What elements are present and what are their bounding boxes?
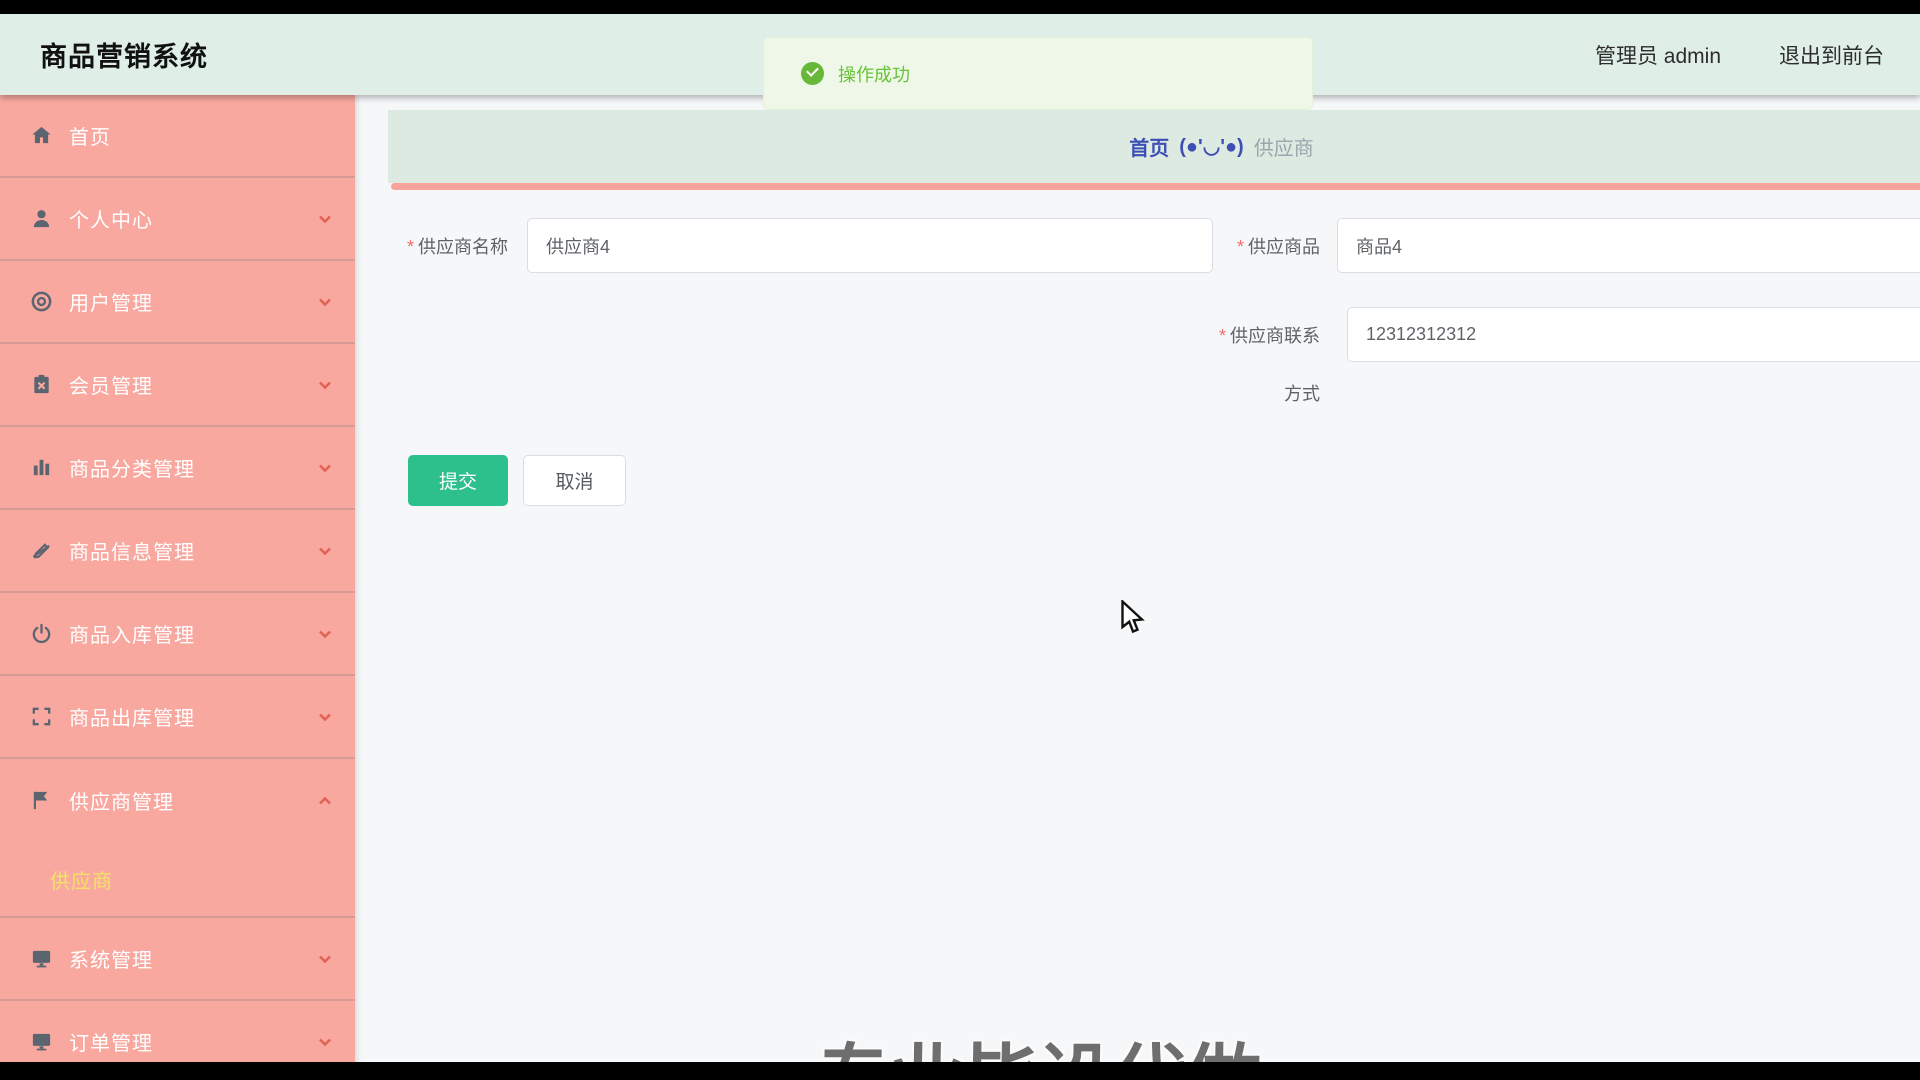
- chevron-up-icon: [317, 793, 333, 809]
- sidebar-item-category-management[interactable]: 商品分类管理: [0, 427, 355, 510]
- letterbox-top: [0, 0, 1920, 14]
- supplier-name-input[interactable]: [527, 218, 1213, 273]
- success-toast: 操作成功: [763, 37, 1313, 110]
- breadcrumb-current-page: 供应商: [1254, 132, 1314, 161]
- sidebar-item-label: 商品入库管理: [69, 619, 195, 648]
- mouse-cursor: [1118, 600, 1148, 636]
- cancel-button[interactable]: 取消: [523, 455, 626, 506]
- clipboard-icon: [30, 373, 53, 396]
- sidebar-item-product-info-management[interactable]: 商品信息管理: [0, 510, 355, 593]
- sidebar-item-label: 个人中心: [69, 204, 153, 233]
- bar-chart-icon: [30, 456, 53, 479]
- breadcrumb-home-link[interactable]: 首页: [1129, 132, 1169, 161]
- at-circle-icon: [30, 290, 53, 313]
- header-right: 管理员 admin 退出到前台: [1595, 40, 1920, 70]
- chevron-down-icon: [317, 1034, 333, 1050]
- breadcrumb-separator-emoticon: (●'◡'●): [1179, 134, 1243, 159]
- sidebar-item-inbound-management[interactable]: 商品入库管理: [0, 593, 355, 676]
- sidebar-item-system-management[interactable]: 系统管理: [0, 918, 355, 1001]
- chevron-down-icon: [317, 951, 333, 967]
- edit-off-icon: [30, 539, 53, 562]
- sidebar-item-label: 会员管理: [69, 370, 153, 399]
- sidebar-subitem-label: 供应商: [50, 865, 113, 894]
- sidebar-item-label: 商品分类管理: [69, 453, 195, 482]
- sidebar-subitem-supplier[interactable]: 供应商: [0, 842, 355, 918]
- sidebar-item-label: 商品信息管理: [69, 536, 195, 565]
- user-icon: [30, 207, 53, 230]
- sidebar-item-label: 供应商管理: [69, 786, 174, 815]
- chevron-down-icon: [317, 377, 333, 393]
- sidebar-item-user-management[interactable]: 用户管理: [0, 261, 355, 344]
- supplier-contact-label: *供应商联系方式: [1210, 307, 1320, 423]
- chevron-down-icon: [317, 543, 333, 559]
- breadcrumb: 首页 (●'◡'●) 供应商: [388, 110, 1920, 183]
- chevron-down-icon: [317, 294, 333, 310]
- supplier-product-input[interactable]: [1337, 218, 1920, 273]
- required-asterisk: *: [1237, 237, 1244, 257]
- logged-in-user: 管理员 admin: [1595, 40, 1721, 70]
- chevron-down-icon: [317, 709, 333, 725]
- monitor-icon: [30, 1030, 53, 1053]
- sidebar-item-outbound-management[interactable]: 商品出库管理: [0, 676, 355, 759]
- required-asterisk: *: [1219, 326, 1226, 346]
- sidebar-nav: 首页 个人中心 用户管理 会员管理 商品分类管理 商品信息管理: [0, 95, 355, 1080]
- monitor-icon: [30, 947, 53, 970]
- toast-message: 操作成功: [838, 61, 910, 87]
- home-icon: [30, 124, 53, 147]
- success-check-icon: [801, 62, 824, 85]
- sidebar-item-home[interactable]: 首页: [0, 95, 355, 178]
- required-asterisk: *: [407, 237, 414, 257]
- sidebar-item-personal-center[interactable]: 个人中心: [0, 178, 355, 261]
- chevron-down-icon: [317, 460, 333, 476]
- supplier-name-label: *供应商名称: [398, 218, 508, 276]
- chevron-down-icon: [317, 211, 333, 227]
- chevron-down-icon: [317, 626, 333, 642]
- breadcrumb-accent-line: [391, 183, 1920, 190]
- app-title: 商品营销系统: [40, 35, 208, 74]
- supplier-contact-input[interactable]: [1347, 307, 1920, 362]
- flag-icon: [30, 789, 53, 812]
- fullscreen-icon: [30, 705, 53, 728]
- sidebar-item-member-management[interactable]: 会员管理: [0, 344, 355, 427]
- logout-link[interactable]: 退出到前台: [1779, 40, 1884, 70]
- sidebar-item-label: 系统管理: [69, 944, 153, 973]
- sidebar-item-supplier-management[interactable]: 供应商管理: [0, 759, 355, 842]
- power-icon: [30, 622, 53, 645]
- supplier-product-label: *供应商品: [1210, 218, 1320, 276]
- sidebar-item-label: 用户管理: [69, 287, 153, 316]
- sidebar-item-label: 订单管理: [69, 1027, 153, 1056]
- submit-button[interactable]: 提交: [408, 455, 508, 506]
- sidebar-item-label: 首页: [69, 121, 111, 150]
- letterbox-bottom: [0, 1062, 1920, 1080]
- sidebar-item-label: 商品出库管理: [69, 702, 195, 731]
- app-window: 商品营销系统 管理员 admin 退出到前台 操作成功 首页 个人中心 用户管理…: [0, 0, 1920, 1080]
